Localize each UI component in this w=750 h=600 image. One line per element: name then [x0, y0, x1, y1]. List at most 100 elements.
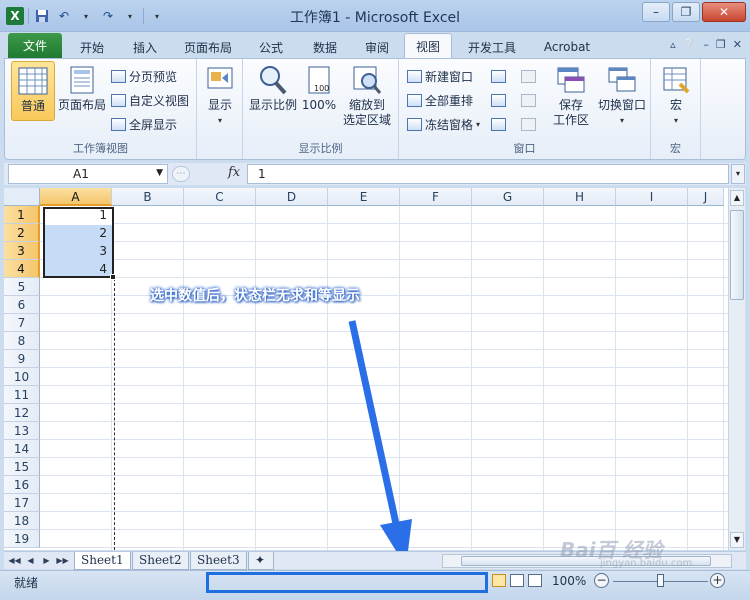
workbook-minimize-icon[interactable]: – — [703, 38, 709, 51]
row-header-16[interactable]: 16 — [4, 476, 40, 494]
row-header-17[interactable]: 17 — [4, 494, 40, 512]
cell-a2[interactable]: 2 — [42, 224, 110, 242]
column-header-b[interactable]: B — [112, 188, 184, 206]
scroll-down-icon[interactable]: ▼ — [730, 532, 744, 548]
reset-window-position-button[interactable] — [521, 115, 536, 133]
row-header-9[interactable]: 9 — [4, 350, 40, 368]
sheet-tab-sheet2[interactable]: Sheet2 — [132, 552, 189, 570]
zoom-out-icon[interactable]: − — [594, 573, 609, 588]
zoom-100-button[interactable]: 100 100% — [301, 61, 337, 121]
row-header-6[interactable]: 6 — [4, 296, 40, 314]
unhide-button[interactable] — [491, 115, 506, 133]
full-screen-button[interactable]: 全屏显示 — [111, 115, 177, 133]
row-header-19[interactable]: 19 — [4, 530, 40, 548]
formula-bar-resize-icon[interactable]: ⋯ — [172, 166, 190, 182]
row-header-14[interactable]: 14 — [4, 440, 40, 458]
row-header-1[interactable]: 1 — [4, 206, 40, 224]
minimize-ribbon-icon[interactable]: ▵ — [670, 38, 676, 51]
maximize-button[interactable]: ❐ — [672, 2, 700, 22]
column-header-f[interactable]: F — [400, 188, 472, 206]
freeze-panes-button[interactable]: 冻结窗格 ▾ — [407, 115, 480, 133]
row-header-7[interactable]: 7 — [4, 314, 40, 332]
insert-function-icon[interactable]: fx — [228, 165, 240, 180]
normal-view-status-icon[interactable] — [492, 574, 506, 587]
close-button[interactable]: ✕ — [702, 2, 746, 22]
tab-file[interactable]: 文件 — [8, 33, 62, 58]
row-header-10[interactable]: 10 — [4, 368, 40, 386]
row-header-5[interactable]: 5 — [4, 278, 40, 296]
row-header-13[interactable]: 13 — [4, 422, 40, 440]
column-header-j[interactable]: J — [688, 188, 724, 206]
row-header-12[interactable]: 12 — [4, 404, 40, 422]
zoom-100-icon: 100 — [303, 64, 335, 96]
tab-home[interactable]: 开始 — [66, 36, 118, 58]
sheet-tab-sheet3[interactable]: Sheet3 — [190, 552, 247, 570]
vertical-scroll-thumb[interactable] — [730, 210, 744, 300]
tab-developer[interactable]: 开发工具 — [460, 36, 524, 58]
row-header-4[interactable]: 4 — [4, 260, 40, 278]
split-button[interactable] — [491, 67, 506, 85]
sheet-tab-sheet1[interactable]: Sheet1 — [74, 552, 131, 570]
arrange-all-button[interactable]: 全部重排 — [407, 91, 473, 109]
column-header-h[interactable]: H — [544, 188, 616, 206]
switch-windows-button[interactable]: 切换窗口 ▾ — [595, 61, 649, 133]
last-sheet-icon[interactable]: ▶▶ — [56, 554, 69, 567]
page-break-status-icon[interactable] — [528, 574, 542, 587]
tab-view[interactable]: 视图 — [404, 33, 452, 59]
zoom-level-text[interactable]: 100% — [552, 574, 586, 588]
select-all-corner[interactable] — [4, 188, 40, 206]
workbook-restore-icon[interactable]: ❐ — [716, 38, 726, 51]
row-header-8[interactable]: 8 — [4, 332, 40, 350]
new-window-button[interactable]: 新建窗口 — [407, 67, 473, 85]
zoom-to-selection-button[interactable]: 缩放到 选定区域 — [339, 61, 395, 133]
column-header-e[interactable]: E — [328, 188, 400, 206]
cell-a3[interactable]: 3 — [42, 242, 110, 260]
help-icon[interactable]: ❔ — [683, 38, 697, 51]
column-header-a[interactable]: A — [40, 188, 112, 206]
tab-page-layout[interactable]: 页面布局 — [176, 36, 240, 58]
row-header-11[interactable]: 11 — [4, 386, 40, 404]
column-header-g[interactable]: G — [472, 188, 544, 206]
view-side-by-side-button[interactable] — [521, 67, 536, 85]
next-sheet-icon[interactable]: ▶ — [40, 554, 53, 567]
name-box-dropdown-icon[interactable]: ▼ — [156, 168, 163, 178]
page-break-preview-button[interactable]: 分页预览 — [111, 67, 177, 85]
first-sheet-icon[interactable]: ◀◀ — [8, 554, 21, 567]
minimize-button[interactable]: – — [642, 2, 670, 22]
page-layout-status-icon[interactable] — [510, 574, 524, 587]
hide-button[interactable] — [491, 91, 506, 109]
tab-data[interactable]: 数据 — [302, 36, 348, 58]
tab-acrobat[interactable]: Acrobat — [536, 36, 598, 58]
zoom-button[interactable]: 显示比例 — [247, 61, 299, 121]
zoom-slider-thumb[interactable] — [656, 574, 664, 587]
column-header-d[interactable]: D — [256, 188, 328, 206]
custom-views-button[interactable]: 自定义视图 — [111, 91, 189, 109]
name-box[interactable]: A1 ▼ — [8, 164, 168, 184]
column-header-c[interactable]: C — [184, 188, 256, 206]
zoom-in-icon[interactable]: + — [710, 573, 725, 588]
tab-review[interactable]: 审阅 — [354, 36, 400, 58]
workbook-close-icon[interactable]: ✕ — [733, 38, 742, 51]
scroll-up-icon[interactable]: ▲ — [730, 190, 744, 206]
fill-handle[interactable] — [110, 274, 116, 280]
insert-sheet-icon[interactable]: ✦ — [248, 552, 274, 570]
row-header-15[interactable]: 15 — [4, 458, 40, 476]
page-layout-view-button[interactable]: 页面布局 — [55, 61, 109, 121]
cell-a4[interactable]: 4 — [42, 260, 110, 278]
prev-sheet-icon[interactable]: ◀ — [24, 554, 37, 567]
tab-insert[interactable]: 插入 — [120, 36, 170, 58]
macros-button[interactable]: 宏 ▾ — [657, 61, 695, 133]
column-header-i[interactable]: I — [616, 188, 688, 206]
save-workspace-button[interactable]: 保存 工作区 — [549, 61, 593, 133]
expand-formula-bar-icon[interactable]: ▾ — [731, 164, 745, 184]
cell-a1[interactable]: 1 — [42, 206, 110, 224]
vertical-scrollbar[interactable]: ▲ ▼ — [728, 188, 745, 550]
show-button[interactable]: 显示 ▾ — [201, 61, 239, 131]
row-header-3[interactable]: 3 — [4, 242, 40, 260]
synchronous-scrolling-button[interactable] — [521, 91, 536, 109]
row-header-2[interactable]: 2 — [4, 224, 40, 242]
tab-formulas[interactable]: 公式 — [248, 36, 294, 58]
formula-input[interactable]: 1 — [247, 164, 729, 184]
normal-view-button[interactable]: 普通 — [11, 61, 55, 121]
row-header-18[interactable]: 18 — [4, 512, 40, 530]
